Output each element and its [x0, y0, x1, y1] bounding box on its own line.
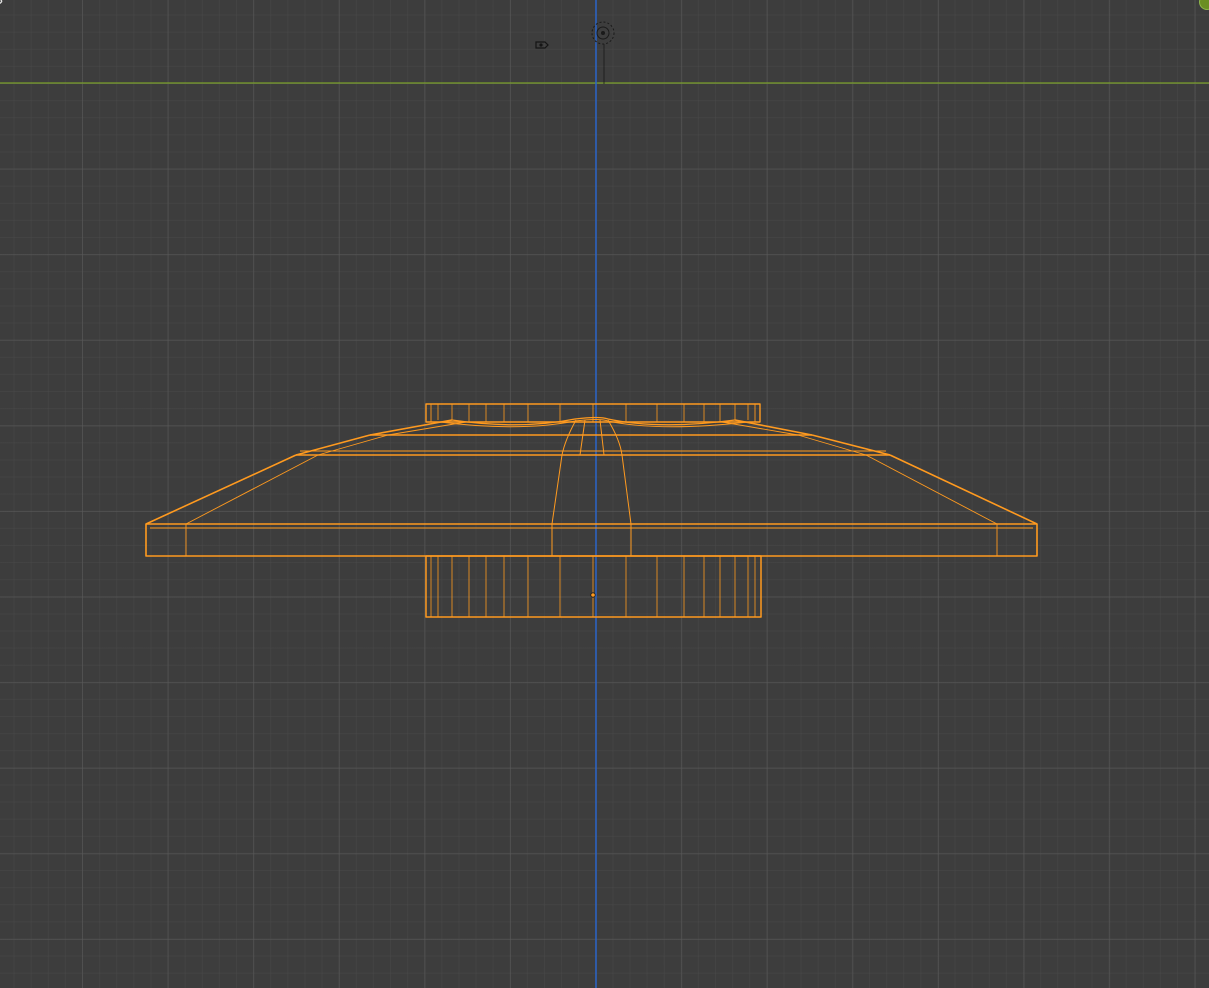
origin-dot-icon[interactable]: [590, 592, 596, 598]
center-spine: [551, 419, 632, 556]
lower-cone: [145, 454, 1038, 525]
middle-cone: [295, 434, 891, 456]
3d-viewport[interactable]: [0, 0, 1209, 988]
camera-icon[interactable]: [535, 41, 549, 49]
corner-fragment-icon: [0, 0, 3, 4]
viewport-scene[interactable]: [0, 0, 1209, 988]
bottom-cylinder-ribs: [430, 556, 756, 617]
top-curve: [451, 416, 736, 426]
selected-mesh-object[interactable]: [145, 403, 1038, 618]
flange-rim: [145, 523, 1038, 557]
bottom-cylinder: [425, 555, 762, 618]
